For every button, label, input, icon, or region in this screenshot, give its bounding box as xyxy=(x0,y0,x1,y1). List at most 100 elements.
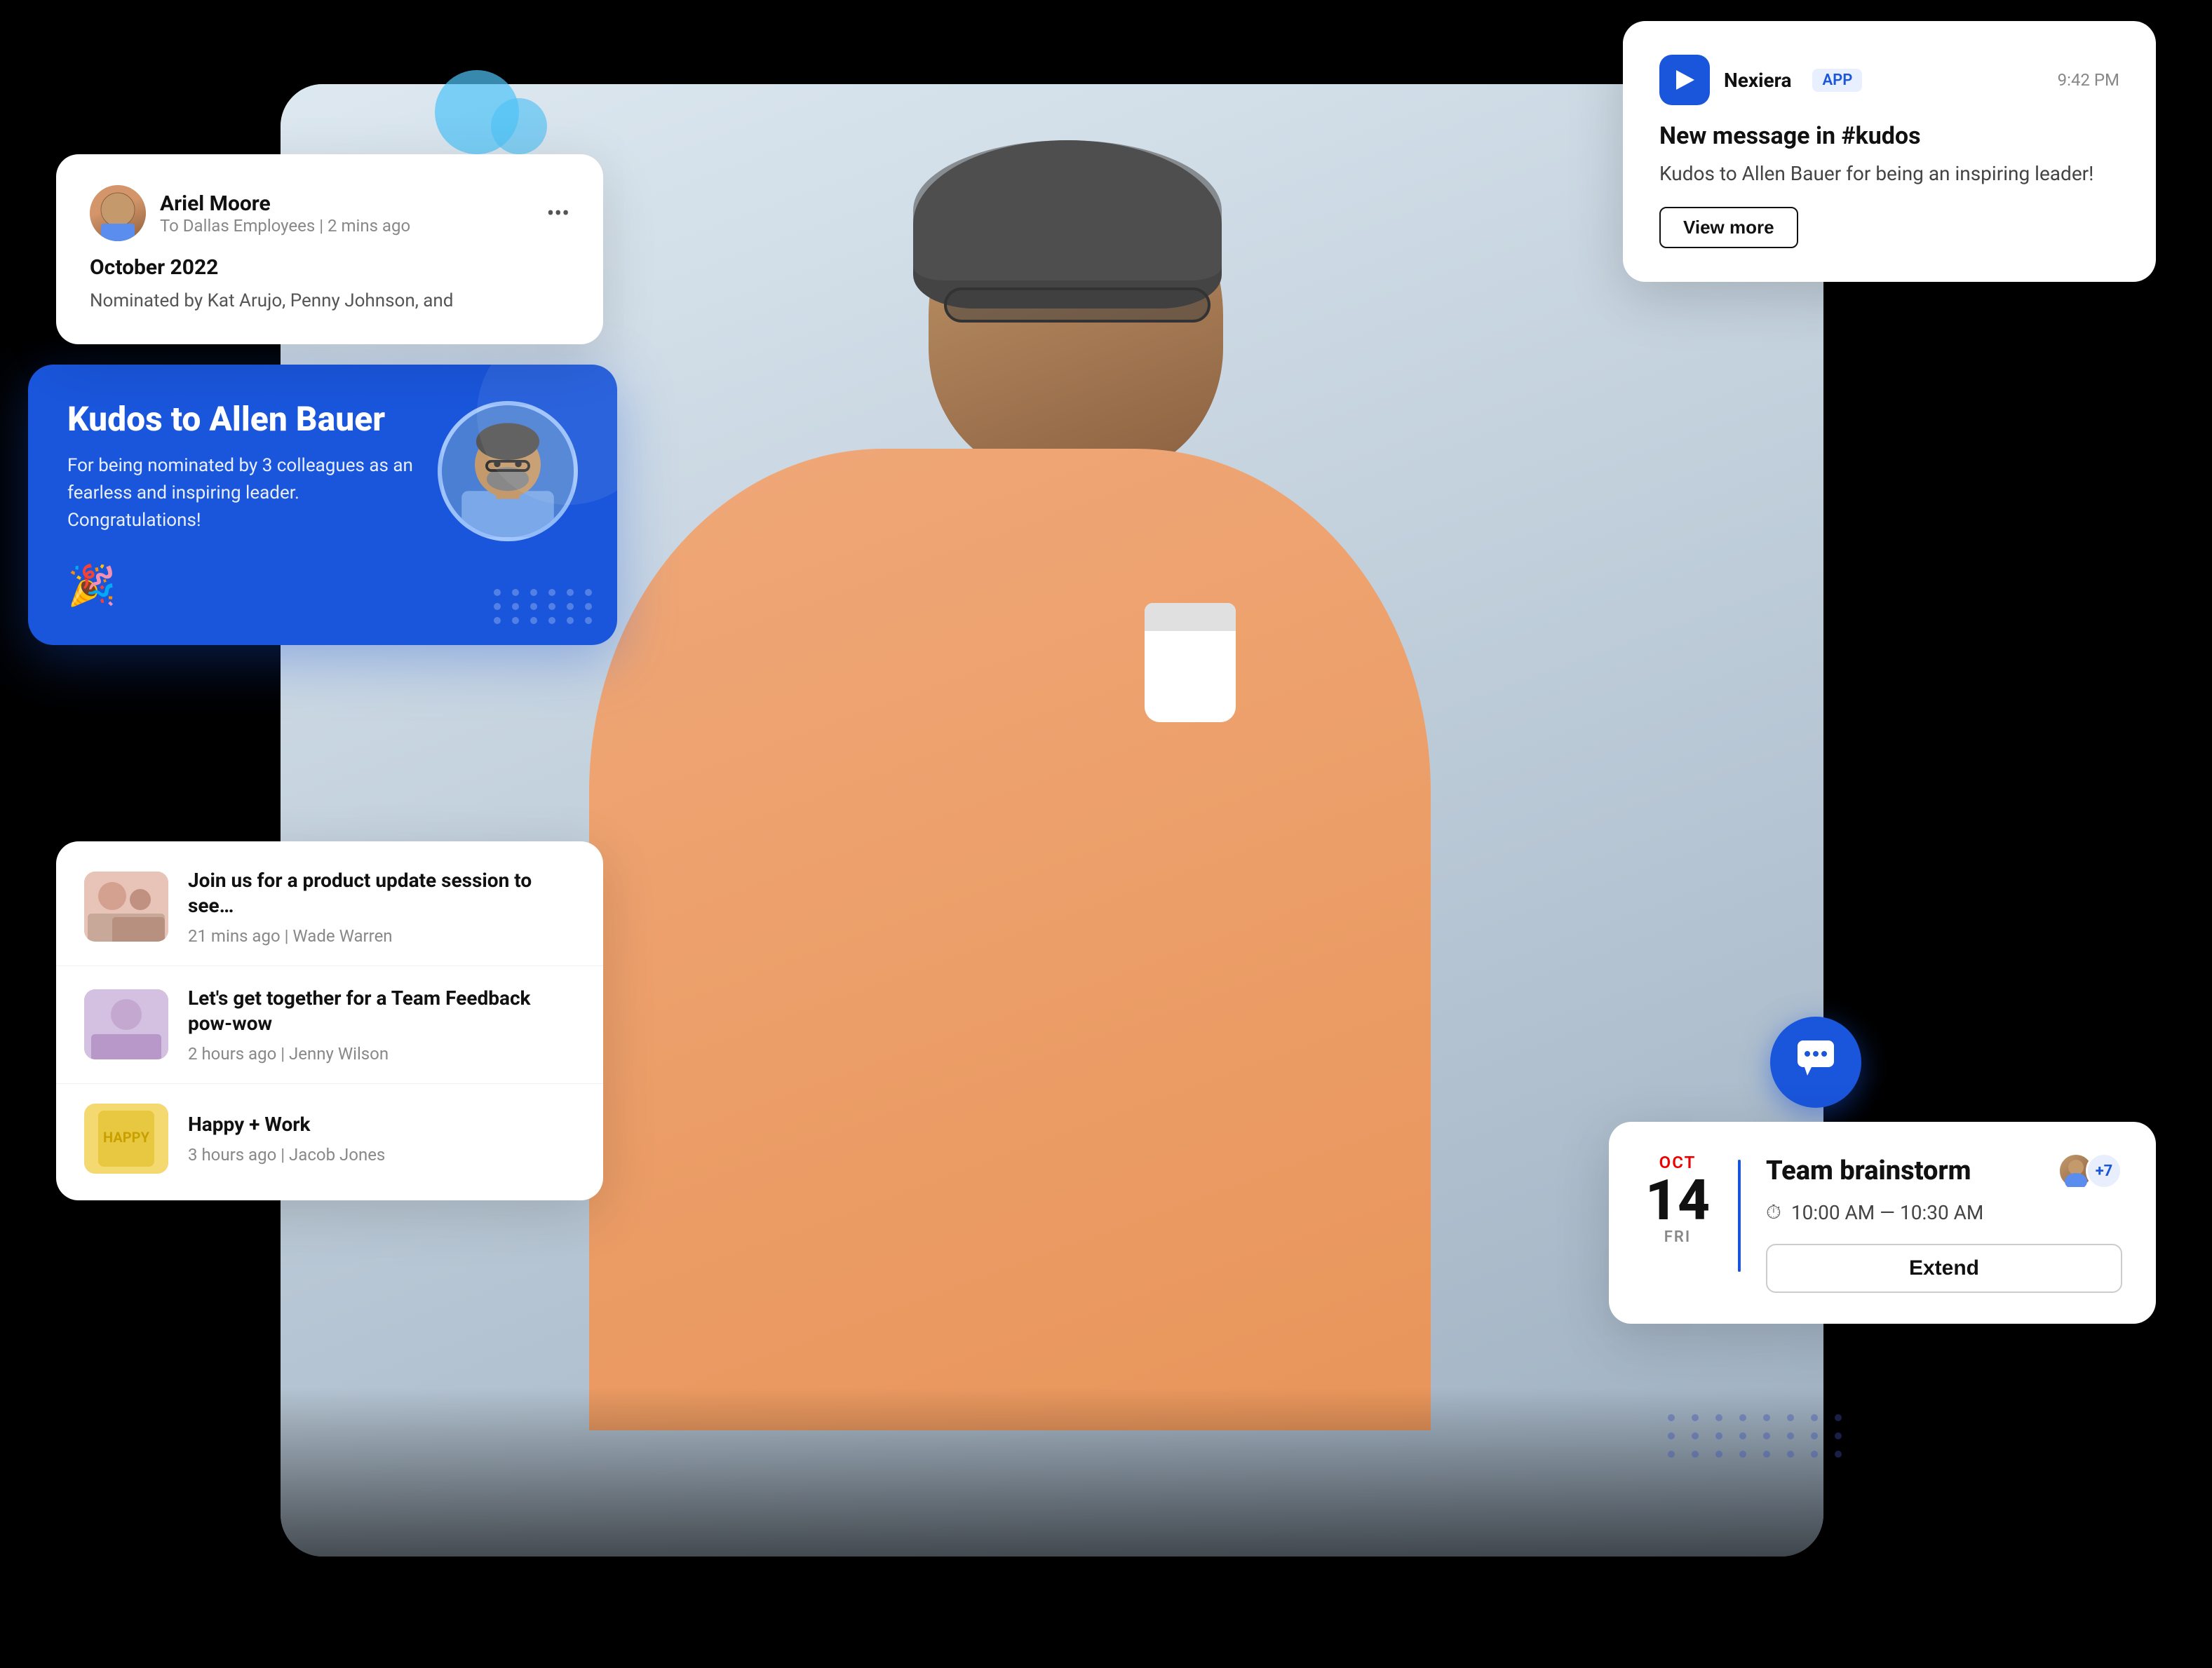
kd xyxy=(567,589,574,596)
attendee-count: +7 xyxy=(2086,1153,2122,1189)
dot xyxy=(1739,1414,1746,1421)
news-item-3-meta: 3 hours ago | Jacob Jones xyxy=(188,1145,385,1165)
post-more-button[interactable]: ••• xyxy=(547,200,569,226)
news-item-3-time: 3 hours ago xyxy=(188,1145,276,1165)
kd xyxy=(512,617,519,624)
kd xyxy=(494,589,501,596)
notification-time: 9:42 PM xyxy=(2058,70,2119,90)
post-time: 2 mins ago xyxy=(328,216,410,236)
post-author-info: Ariel Moore To Dallas Employees | 2 mins… xyxy=(160,191,410,236)
meeting-day: 14 xyxy=(1645,1172,1710,1228)
post-author-name: Ariel Moore xyxy=(160,191,410,216)
dot xyxy=(1811,1414,1818,1421)
news-item-3-content: Happy + Work 3 hours ago | Jacob Jones xyxy=(188,1112,385,1164)
dot xyxy=(1715,1451,1722,1458)
dot xyxy=(1715,1432,1722,1439)
news-item-2-author: Jenny Wilson xyxy=(289,1044,389,1064)
post-content: Nominated by Kat Arujo, Penny Johnson, a… xyxy=(90,288,569,313)
kd xyxy=(548,617,555,624)
kd xyxy=(494,603,501,610)
svg-text:HAPPY: HAPPY xyxy=(103,1129,150,1146)
news-item-2-sep: | xyxy=(281,1044,289,1064)
dot xyxy=(1692,1451,1699,1458)
meeting-header: Team brainstorm +7 xyxy=(1766,1153,2122,1189)
dot xyxy=(1763,1451,1770,1458)
news-item-2-meta: 2 hours ago | Jenny Wilson xyxy=(188,1044,575,1064)
dot xyxy=(1692,1432,1699,1439)
dot xyxy=(1835,1414,1842,1421)
kd xyxy=(548,589,555,596)
dot xyxy=(1763,1432,1770,1439)
notification-body: Kudos to Allen Bauer for being an inspir… xyxy=(1659,160,2119,187)
news-feed-card: Join us for a product update session to … xyxy=(56,841,603,1200)
app-icon xyxy=(1659,55,1710,105)
dot xyxy=(1668,1432,1675,1439)
meeting-card: OCT 14 FRI Team brainstorm +7 ⏱ 10:00 AM… xyxy=(1609,1122,2156,1324)
dot xyxy=(1763,1414,1770,1421)
kd xyxy=(585,589,592,596)
chat-fab-button[interactable] xyxy=(1770,1017,1861,1108)
news-item-2-content: Let's get together for a Team Feedback p… xyxy=(188,986,575,1064)
dot xyxy=(1811,1432,1818,1439)
news-item-2-title: Let's get together for a Team Feedback p… xyxy=(188,986,575,1037)
kd xyxy=(530,603,537,610)
news-item-3-author: Jacob Jones xyxy=(289,1145,385,1165)
notification-card: Nexiera APP 9:42 PM New message in #kudo… xyxy=(1623,21,2156,282)
news-item-2-time: 2 hours ago xyxy=(188,1044,276,1064)
post-title: October 2022 xyxy=(90,255,569,280)
news-item-1-sep: | xyxy=(285,926,293,946)
news-item-1-content: Join us for a product update session to … xyxy=(188,868,575,946)
kudos-party-icon: 🎉 xyxy=(67,562,417,609)
decorative-circle-1 xyxy=(435,70,519,154)
clock-icon: ⏱ xyxy=(1766,1200,1781,1224)
dot xyxy=(1811,1451,1818,1458)
post-header: Ariel Moore To Dallas Employees | 2 mins… xyxy=(90,185,569,241)
news-item-3-title: Happy + Work xyxy=(188,1112,385,1137)
news-thumb-1 xyxy=(84,872,168,942)
kd xyxy=(585,603,592,610)
dot xyxy=(1835,1432,1842,1439)
meeting-title: Team brainstorm xyxy=(1766,1155,1971,1186)
dark-bottom-overlay xyxy=(0,1388,2212,1668)
news-item-1-meta: 21 mins ago | Wade Warren xyxy=(188,926,575,946)
extend-button[interactable]: Extend xyxy=(1766,1244,2122,1293)
post-separator: | xyxy=(319,216,328,236)
dot xyxy=(1668,1414,1675,1421)
view-more-button[interactable]: View more xyxy=(1659,207,1798,248)
kd xyxy=(585,617,592,624)
post-author-avatar xyxy=(90,185,146,241)
notification-title: New message in #kudos xyxy=(1659,122,2119,150)
dot xyxy=(1715,1414,1722,1421)
man-beard xyxy=(913,140,1222,280)
news-item-1-author: Wade Warren xyxy=(292,926,392,946)
meeting-time-text: 10:00 AM — 10:30 AM xyxy=(1791,1201,1984,1224)
kd xyxy=(548,603,555,610)
app-name: Nexiera xyxy=(1724,69,1791,92)
kudos-subtitle: For being nominated by 3 colleagues as a… xyxy=(67,452,417,534)
dot xyxy=(1739,1432,1746,1439)
news-item-1-title: Join us for a product update session to … xyxy=(188,868,575,919)
kd xyxy=(512,603,519,610)
app-badge: APP xyxy=(1812,69,1862,92)
avatar-inner xyxy=(90,185,146,241)
coffee-cup-rim xyxy=(1145,603,1236,631)
kd xyxy=(512,589,519,596)
kudos-dots xyxy=(494,589,596,624)
news-item-1[interactable]: Join us for a product update session to … xyxy=(56,848,603,966)
dot xyxy=(1835,1451,1842,1458)
kd xyxy=(530,617,537,624)
notification-header: Nexiera APP 9:42 PM xyxy=(1659,55,2119,105)
news-item-2[interactable]: Let's get together for a Team Feedback p… xyxy=(56,966,603,1084)
meeting-details: Team brainstorm +7 ⏱ 10:00 AM — 10:30 AM… xyxy=(1766,1153,2122,1293)
kudos-title: Kudos to Allen Bauer xyxy=(67,401,417,438)
news-item-3[interactable]: HAPPY Happy + Work 3 hours ago | Jacob J… xyxy=(56,1084,603,1193)
dot xyxy=(1787,1451,1794,1458)
kd xyxy=(567,603,574,610)
meeting-date: OCT 14 FRI xyxy=(1643,1153,1713,1246)
man-glasses xyxy=(944,287,1210,323)
meeting-divider xyxy=(1738,1160,1741,1272)
dot xyxy=(1787,1432,1794,1439)
kudos-text: Kudos to Allen Bauer For being nominated… xyxy=(67,401,417,609)
meeting-weekday: FRI xyxy=(1664,1228,1691,1246)
news-thumb-2 xyxy=(84,989,168,1059)
